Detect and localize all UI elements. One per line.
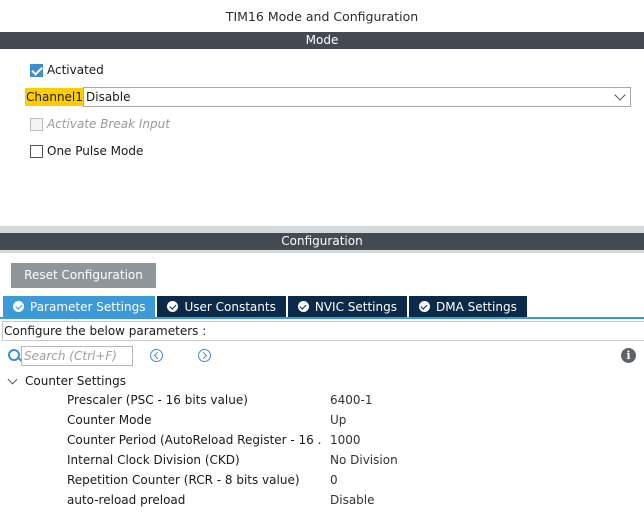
parameters-instructions: Configure the below parameters : [2, 321, 644, 341]
tab-underline [0, 317, 644, 319]
configuration-tabs: Parameter Settings User Constants NVIC S… [3, 296, 529, 317]
search-next-icon[interactable] [198, 349, 211, 362]
param-name: Repetition Counter (RCR - 8 bits value) [67, 473, 300, 487]
one-pulse-checkbox-row[interactable]: One Pulse Mode [30, 142, 143, 160]
window-title: TIM16 Mode and Configuration [0, 0, 644, 32]
channel1-label: Channel1 [25, 88, 84, 106]
configuration-section-header: Configuration [0, 233, 644, 250]
counter-settings-group[interactable]: Counter Settings [7, 372, 126, 390]
param-name: Counter Period (AutoReload Register - 16… [67, 433, 322, 447]
param-value[interactable]: Up [330, 410, 346, 430]
break-input-checkbox-row: Activate Break Input [30, 115, 170, 133]
activated-checkbox-row[interactable]: Activated [30, 61, 104, 79]
param-value[interactable]: 0 [330, 470, 338, 490]
activated-checkbox[interactable] [30, 63, 43, 77]
check-circle-icon [418, 301, 430, 312]
info-icon[interactable]: i [621, 348, 636, 363]
tab-dma-settings[interactable]: DMA Settings [408, 296, 527, 317]
param-value[interactable]: 6400-1 [330, 390, 373, 410]
param-name: Prescaler (PSC - 16 bits value) [67, 393, 248, 407]
reset-configuration-button[interactable]: Reset Configuration [11, 263, 156, 288]
search-bar [8, 346, 133, 366]
param-value[interactable]: 1000 [330, 430, 361, 450]
mode-section-header: Mode [0, 32, 644, 49]
param-name: auto-reload preload [67, 493, 186, 507]
check-circle-icon [167, 301, 179, 312]
configuration-header-band [0, 250, 644, 253]
param-row-repetition-counter[interactable]: Repetition Counter (RCR - 8 bits value) … [67, 470, 627, 490]
param-name: Counter Mode [67, 413, 152, 427]
param-value[interactable]: No Division [330, 450, 398, 470]
tab-label: NVIC Settings [314, 299, 397, 314]
check-circle-icon [13, 301, 24, 312]
param-row-counter-mode[interactable]: Counter Mode Up [67, 410, 627, 430]
channel1-select-value: Disable [86, 90, 131, 104]
chevron-down-icon[interactable] [7, 374, 18, 384]
param-row-prescaler[interactable]: Prescaler (PSC - 16 bits value) 6400-1 [67, 390, 627, 410]
section-divider[interactable] [0, 226, 644, 233]
search-previous-icon[interactable] [150, 349, 163, 362]
activated-label: Activated [47, 63, 104, 77]
param-name: Internal Clock Division (CKD) [67, 453, 240, 467]
param-row-auto-reload-preload[interactable]: auto-reload preload Disable [67, 490, 627, 510]
tab-label: DMA Settings [435, 299, 517, 314]
group-label: Counter Settings [25, 374, 126, 388]
check-circle-icon [297, 301, 309, 312]
one-pulse-checkbox[interactable] [30, 144, 43, 158]
tab-parameter-settings[interactable]: Parameter Settings [3, 296, 156, 317]
one-pulse-label: One Pulse Mode [47, 144, 144, 158]
tab-nvic-settings[interactable]: NVIC Settings [287, 296, 407, 317]
tab-user-constants[interactable]: User Constants [157, 296, 286, 317]
tab-label: User Constants [184, 299, 276, 314]
tab-label: Parameter Settings [30, 299, 146, 314]
chevron-down-icon[interactable] [614, 89, 626, 101]
channel1-select[interactable]: Disable [83, 87, 631, 107]
param-row-clock-division[interactable]: Internal Clock Division (CKD) No Divisio… [67, 450, 627, 470]
param-row-counter-period[interactable]: Counter Period (AutoReload Register - 16… [67, 430, 627, 450]
param-value[interactable]: Disable [330, 490, 375, 510]
break-input-label: Activate Break Input [47, 117, 170, 131]
search-icon[interactable] [8, 349, 22, 363]
break-input-checkbox [30, 117, 43, 131]
search-input[interactable] [21, 346, 133, 366]
